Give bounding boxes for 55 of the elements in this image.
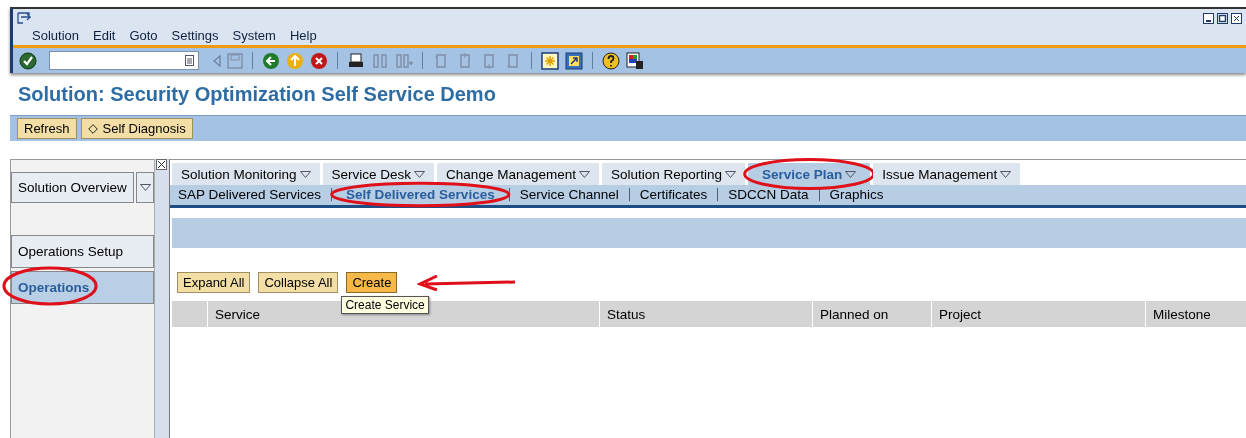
- dropdown-button[interactable]: [136, 172, 154, 203]
- sub-tab[interactable]: Service Channel: [519, 187, 619, 202]
- sub-tab[interactable]: Certificates: [639, 187, 708, 202]
- layout-icon[interactable]: [626, 51, 644, 70]
- dropdown-icon[interactable]: [578, 171, 590, 178]
- cancel-icon[interactable]: [310, 51, 328, 70]
- close-icon: [157, 160, 166, 169]
- diamond-icon: [87, 123, 98, 134]
- checkmark-icon[interactable]: [19, 51, 37, 70]
- dropdown-field[interactable]: Solution Overview: [11, 172, 134, 203]
- dropdown-icon[interactable]: [414, 171, 426, 178]
- tab[interactable]: Service Desk: [322, 163, 435, 185]
- tab[interactable]: Solution Monitoring: [172, 163, 320, 185]
- maximize-icon[interactable]: [1217, 13, 1228, 24]
- tab[interactable]: Issue Management: [873, 163, 1021, 185]
- sub-tab[interactable]: SDCCN Data: [728, 187, 809, 202]
- help-icon[interactable]: [602, 51, 620, 70]
- column-header: Planned on: [812, 301, 931, 327]
- dropdown-icon[interactable]: [845, 171, 857, 178]
- dropdown-icon[interactable]: [725, 171, 737, 178]
- printer-icon[interactable]: [347, 51, 365, 70]
- tab[interactable]: Change Management: [437, 163, 599, 185]
- table-button[interactable]: Create: [346, 272, 398, 293]
- menu-item[interactable]: Help: [289, 28, 317, 43]
- star-icon[interactable]: [541, 51, 559, 70]
- page-title: Solution: Security Optimization Self Service Demo: [18, 83, 497, 106]
- nav-item[interactable]: Operations: [11, 271, 154, 304]
- menu-item[interactable]: System: [232, 28, 276, 43]
- menu-item[interactable]: Edit: [93, 28, 116, 43]
- history-icon[interactable]: [185, 55, 194, 66]
- dropdown-icon[interactable]: [1000, 171, 1012, 178]
- column-header: Project: [931, 301, 1145, 327]
- tab[interactable]: Solution Reporting: [601, 163, 746, 185]
- close-icon[interactable]: [1231, 13, 1242, 24]
- column-header: Status: [599, 301, 812, 327]
- minimize-icon[interactable]: [1203, 13, 1214, 24]
- table-button[interactable]: Collapse All: [258, 272, 339, 293]
- dropdown-icon[interactable]: [299, 171, 311, 178]
- dropdown-icon[interactable]: [139, 184, 151, 191]
- tooltip: Create Service: [341, 296, 429, 314]
- command-field[interactable]: [49, 51, 199, 70]
- sub-tab[interactable]: SAP Delivered Services: [178, 187, 322, 202]
- tab[interactable]: Service Plan: [748, 163, 871, 185]
- column-header: Milestone: [1145, 301, 1246, 327]
- close-button[interactable]: [156, 159, 167, 170]
- nav-item[interactable]: Operations Setup: [11, 235, 154, 268]
- toolbar-button[interactable]: Refresh: [17, 118, 77, 139]
- menu-item[interactable]: Solution: [32, 28, 79, 43]
- table-button[interactable]: Expand All: [177, 272, 251, 293]
- menu-item[interactable]: Settings: [171, 28, 219, 43]
- system-menu-icon[interactable]: [17, 12, 31, 24]
- menu-item[interactable]: Goto: [129, 28, 158, 43]
- toolbar-button[interactable]: Self Diagnosis: [80, 118, 193, 139]
- sub-tab[interactable]: Graphics: [829, 187, 884, 202]
- shortcut-icon[interactable]: [565, 51, 583, 70]
